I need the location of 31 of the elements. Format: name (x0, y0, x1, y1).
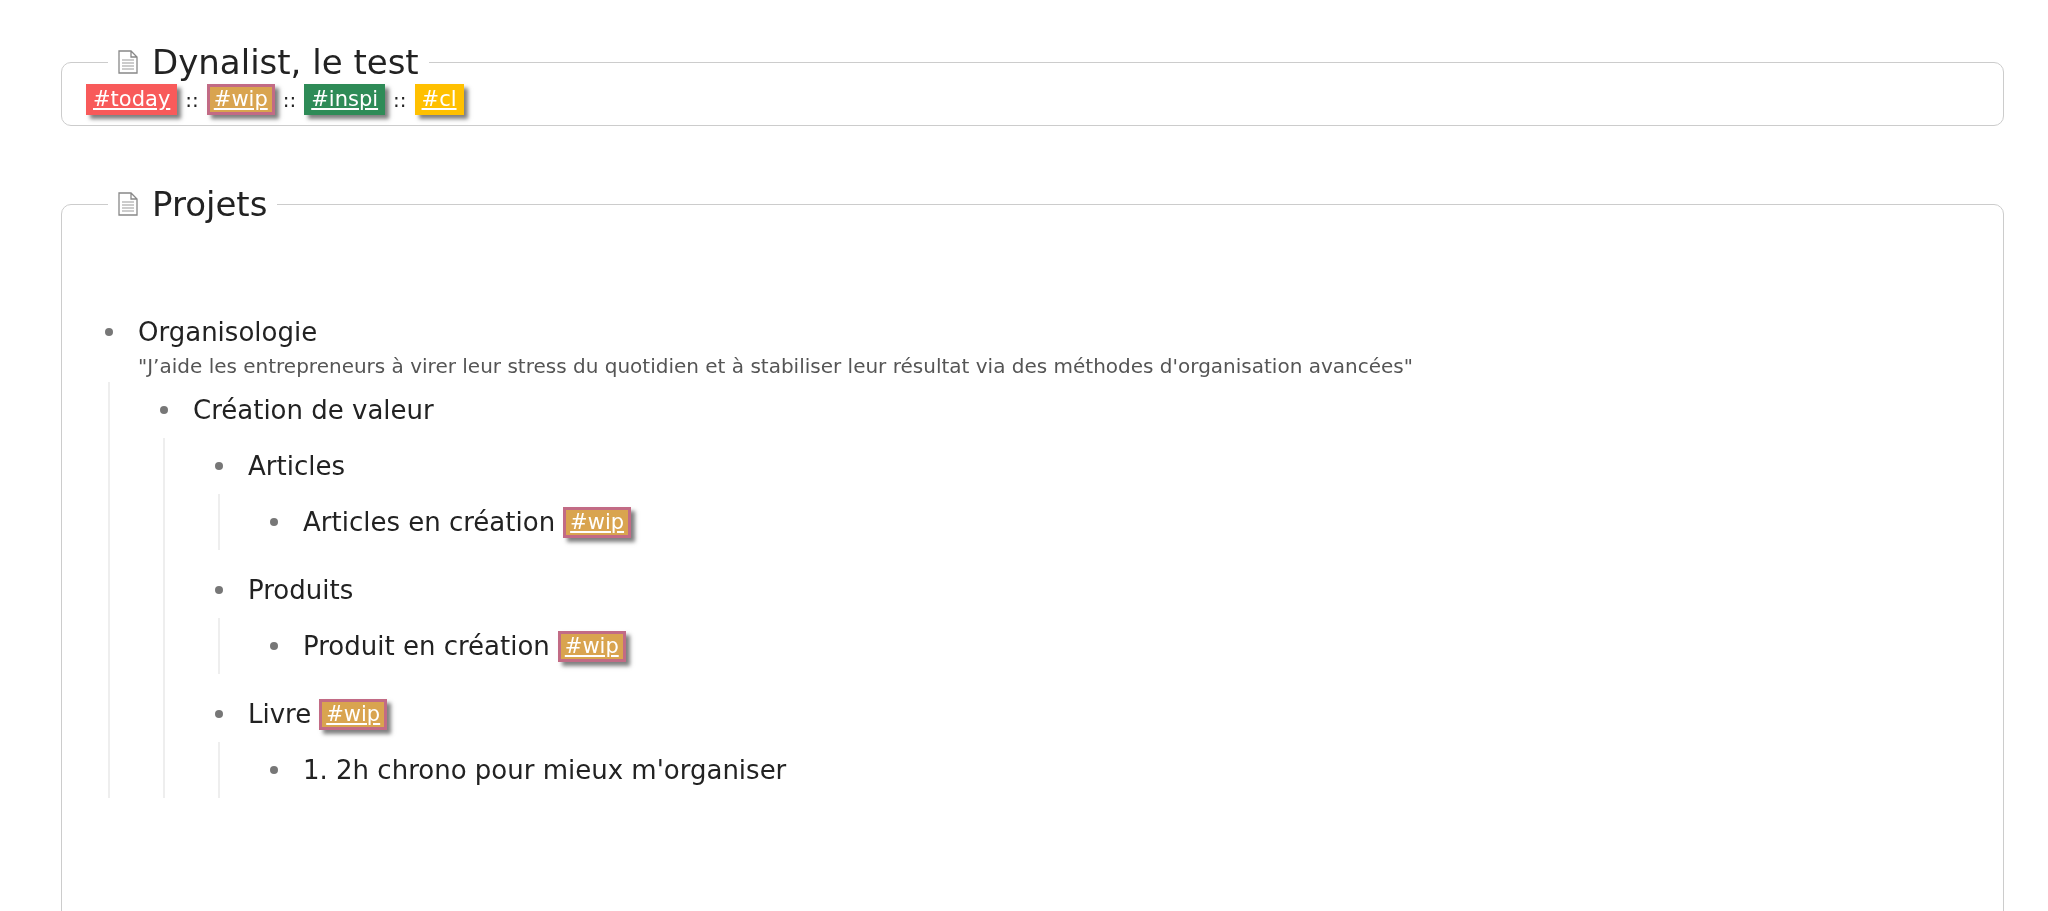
item-text: Produit en création (303, 631, 550, 662)
item-text: 1. 2h chrono pour mieux m'organiser (303, 755, 787, 786)
bullet-icon[interactable] (270, 518, 278, 527)
item-text: Livre (248, 699, 312, 730)
tag-link[interactable]: #inspi (304, 84, 386, 116)
item-text: Organisologie (138, 317, 318, 348)
item-text: Produits (248, 575, 354, 606)
document-icon (118, 192, 138, 217)
document-icon (118, 50, 138, 74)
tag-link[interactable]: #wip (557, 630, 626, 662)
separator-text: :: (282, 87, 297, 112)
bullet-icon[interactable] (160, 406, 168, 415)
item-note: "J’aide les entrepreneurs à virer leur stress du quotidien et à stabiliser leur résultat via des méthodes d'organisation avancées" (138, 354, 1414, 379)
tag-link[interactable]: #wip (206, 84, 275, 116)
item-text: Articles (248, 451, 345, 482)
item-text: Création de valeur (193, 395, 434, 426)
bullet-icon[interactable] (215, 586, 223, 595)
tag-link[interactable]: #wip (563, 506, 632, 538)
bullet-icon[interactable] (215, 462, 223, 471)
bullet-icon[interactable] (105, 328, 113, 337)
section-title: Dynalist, le test (152, 42, 419, 82)
bullet-icon[interactable] (270, 766, 278, 775)
tag-link[interactable]: #wip (319, 698, 388, 730)
tag-link[interactable]: #cl (414, 84, 464, 116)
section-title: Projets (152, 184, 268, 225)
item-text: Articles en création (303, 507, 556, 538)
tag-link[interactable]: #today (86, 84, 178, 116)
separator-text: :: (185, 87, 199, 112)
bullet-icon[interactable] (215, 710, 223, 719)
bullet-icon[interactable] (270, 642, 278, 651)
separator-text: :: (393, 87, 407, 112)
